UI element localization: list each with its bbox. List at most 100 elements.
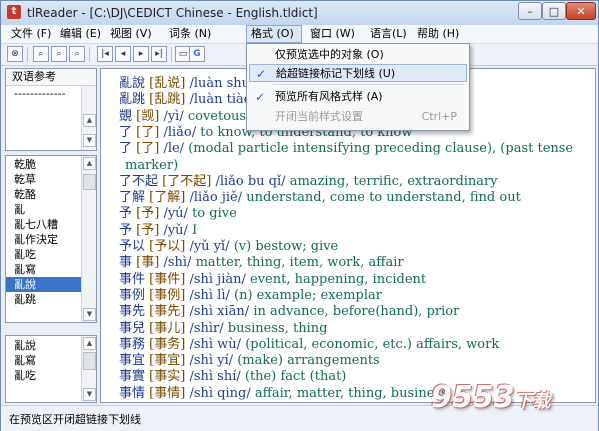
watermark: 9553下载 (431, 380, 551, 415)
entry-definition: (n) example; exemplar (234, 287, 382, 303)
entry-row: 亂跳 [乱跳] /luàn tiào/ (119, 91, 256, 108)
entry-simplified[interactable]: [予] (136, 223, 159, 238)
entry-definition: covetous (187, 108, 247, 124)
binoculars-icon[interactable]: ⊗ (7, 46, 23, 62)
scroll-down-icon[interactable]: ▼ (83, 134, 96, 147)
next-icon[interactable]: ▸ (133, 46, 149, 62)
entry-pinyin: /yǔ/ (163, 222, 188, 238)
entry-pinyin: /shì wù/ (189, 336, 242, 352)
entry-definition: I (192, 222, 198, 238)
entry-row: 亂說 [乱说] /luàn shuō/ (119, 75, 262, 92)
last-icon[interactable]: ▸| (151, 46, 167, 62)
entry-simplified[interactable]: [觊] (136, 109, 159, 124)
format-menu-item[interactable]: ✓ 給超链接标记下划线 (U) (249, 64, 467, 82)
entry-headword: 事件 (119, 271, 146, 287)
close-button[interactable]: ✕ (566, 2, 596, 20)
minimize-button[interactable]: – (518, 2, 542, 20)
entry-simplified[interactable]: [事实] (149, 369, 185, 384)
entry-row: 事務 [事务] /shì wù/ (political, economic, e… (119, 336, 499, 353)
entry-row: 事先 [事先] /shì xiān/ in advance, before(ha… (119, 303, 459, 320)
format-menu-item-label: 仅预览选中的对象 (O) (275, 48, 384, 61)
entry-pinyin: /le/ (163, 141, 185, 157)
menu-window[interactable]: 窗口 (W) (306, 25, 359, 43)
entry-simplified[interactable]: [乱跳] (149, 92, 185, 107)
menu-bar: 文件 (F) 编辑 (E) 视图 (V) 词条 (N) 格式 (O) 窗口 (W… (1, 25, 598, 44)
reference-scrollbar[interactable]: ▲ ▼ (81, 86, 96, 150)
entry-simplified[interactable]: [事件] (149, 272, 185, 287)
entry-headword: 事情 (119, 385, 146, 401)
entry-pinyin: /shì jiàn/ (189, 271, 246, 287)
menu-view[interactable]: 视图 (V) (106, 25, 156, 43)
entry-definition: to give (192, 206, 237, 222)
menu-separator (273, 84, 465, 85)
entry-simplified[interactable]: [了] (136, 141, 159, 156)
scroll-up-icon[interactable]: ▲ (83, 157, 96, 170)
entry-pinyin: /yú/ (163, 206, 188, 222)
entry-pinyin: /shì shí/ (189, 369, 241, 385)
format-menu-item: 开闭当前样式设置 Ctrl+P (249, 108, 467, 126)
entry-row: 事 [事] /shì/ matter, thing, item, work, a… (119, 254, 404, 271)
entry-simplified[interactable]: [了] (136, 125, 159, 140)
menu-edit[interactable]: 编辑 (E) (56, 25, 105, 43)
scroll-down-icon[interactable]: ▼ (83, 388, 96, 401)
search-prev-icon[interactable]: ⌕ (51, 46, 67, 62)
entry-simplified[interactable]: [了不起] (162, 174, 211, 189)
entry-headword: 事先 (119, 304, 146, 320)
app-icon: t (7, 5, 21, 19)
format-menu-item[interactable]: 仅预览选中的对象 (O) (249, 46, 467, 64)
first-icon[interactable]: |◂ (97, 46, 113, 62)
scroll-down-icon[interactable]: ▼ (83, 308, 96, 321)
entry-definition: matter, thing, item, work, affair (195, 255, 404, 271)
entry-headword: 予 (119, 222, 133, 238)
format-menu-item-label: 预览所有风格式样 (A) (275, 90, 383, 103)
word-list-scrollbar[interactable]: ▲ ▼ (81, 156, 96, 322)
entry-simplified[interactable]: [事儿] (149, 321, 185, 336)
toolbar-separator (89, 47, 90, 62)
entry-row: marker) (125, 157, 178, 174)
entry-simplified[interactable]: [事情] (149, 386, 185, 401)
menu-file[interactable]: 文件 (F) (7, 25, 55, 43)
entry-headword: 事實 (119, 369, 146, 385)
entry-simplified[interactable]: [予] (136, 206, 159, 221)
entry-pinyin: /yì/ (163, 108, 184, 124)
scroll-thumb[interactable] (83, 352, 96, 370)
entry-headword: 亂跳 (119, 92, 146, 108)
title-bar[interactable]: t tlReader - [C:\DJ\CEDICT Chinese - Eng… (1, 1, 598, 26)
entry-pinyin: /liǎo jiě/ (189, 190, 243, 206)
entry-row: 事件 [事件] /shì jiàn/ event, happening, inc… (119, 271, 426, 288)
scroll-thumb[interactable] (83, 174, 96, 190)
maximize-button[interactable]: □ (542, 2, 566, 20)
entry-simplified[interactable]: [予以] (149, 239, 185, 254)
entry-simplified[interactable]: [事] (136, 255, 159, 270)
menu-entry[interactable]: 词条 (N) (165, 25, 215, 43)
scroll-up-icon[interactable]: ▲ (83, 114, 96, 127)
search-icon[interactable]: ⌕ (33, 46, 49, 62)
search-next-icon[interactable]: ⌕ (69, 46, 85, 62)
entry-pinyin: /shì xiān/ (189, 304, 250, 320)
menu-language[interactable]: 语言(L) (366, 25, 411, 43)
history-scrollbar[interactable]: ▲ ▼ (81, 336, 96, 402)
entry-definition: (political, economic, etc.) affairs, wor… (245, 336, 500, 352)
prev-icon[interactable]: ◂ (115, 46, 131, 62)
scroll-up-icon[interactable]: ▲ (83, 337, 96, 350)
menu-format[interactable]: 格式 (O) (246, 25, 302, 43)
entry-headword: 事宜 (119, 353, 146, 369)
reference-panel-header: 双语参考 (6, 69, 96, 86)
entry-simplified[interactable]: [事先] (149, 304, 185, 319)
entry-definition: (modal particle intensifying preceding c… (188, 141, 574, 157)
entry-simplified[interactable]: [事务] (149, 337, 185, 352)
entry-headword: 予以 (119, 239, 146, 254)
entry-row: 事例 [事例] /shì lì/ (n) example; exemplar (119, 287, 382, 304)
google-icon[interactable]: G (189, 46, 205, 62)
entry-simplified[interactable]: [事宜] (149, 353, 185, 368)
entry-simplified[interactable]: [事例] (149, 288, 185, 303)
entry-definition: understand, come to understand, find out (246, 190, 521, 206)
entry-simplified[interactable]: [乱说] (149, 76, 185, 91)
entry-pinyin: /liǎo/ (163, 124, 197, 140)
format-menu-item[interactable]: ✓ 预览所有风格式样 (A) (249, 88, 467, 106)
checkmark-icon: ✓ (255, 90, 266, 104)
entry-simplified[interactable]: [了解] (149, 190, 185, 205)
entry-pinyin: /shì lì/ (189, 287, 230, 303)
app-window: t tlReader - [C:\DJ\CEDICT Chinese - Eng… (0, 0, 599, 431)
menu-help[interactable]: 帮助 (H) (413, 25, 463, 43)
